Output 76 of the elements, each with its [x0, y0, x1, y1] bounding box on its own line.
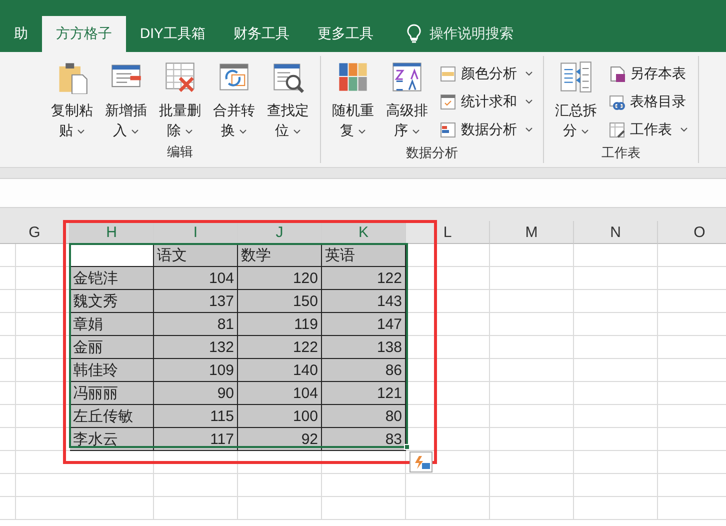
ribbon-icon	[608, 65, 626, 83]
ribbon-button[interactable]: 批量删除	[154, 60, 206, 143]
tell-me-search[interactable]: 操作说明搜索	[429, 25, 514, 43]
table-cell: 132	[154, 336, 238, 359]
column-header[interactable]: G	[0, 221, 70, 244]
table-cell: 137	[154, 290, 238, 313]
ribbon-tab[interactable]: 助	[0, 16, 42, 52]
table-cell: 117	[154, 428, 238, 451]
quick-analysis-icon[interactable]	[409, 451, 433, 473]
ribbon-icon	[559, 60, 593, 94]
table-cell: 147	[322, 313, 406, 336]
table-header-cell: 英语	[322, 244, 406, 267]
ribbon-small-button[interactable]: 统计求和	[439, 90, 533, 114]
lightbulb-icon	[407, 24, 422, 44]
column-header[interactable]: L	[406, 221, 490, 244]
group-title: 数据分析	[405, 144, 459, 162]
ribbon-tab[interactable]: 更多工具	[303, 16, 388, 52]
ribbon-button[interactable]: 复制粘贴	[46, 60, 98, 143]
table-cell: 83	[322, 428, 406, 451]
table-cell: 章娟	[70, 313, 154, 336]
ribbon-tab[interactable]: 财务工具	[219, 16, 304, 52]
group-title: 工作表	[600, 144, 642, 162]
table-cell: 金丽	[70, 336, 154, 359]
table-cell: 左丘传敏	[70, 405, 154, 428]
table-cell: 魏文秀	[70, 290, 154, 313]
table-cell: 150	[238, 290, 322, 313]
ribbon-button[interactable]: 高级排序	[381, 60, 433, 144]
ribbon-icon	[336, 60, 370, 94]
table-cell: 81	[154, 313, 238, 336]
group-title: 编辑	[166, 143, 194, 161]
table-cell: 122	[238, 336, 322, 359]
ribbon-button[interactable]: 新增插入	[100, 60, 152, 143]
table-header-cell: 数学	[238, 244, 322, 267]
ribbon-small-button[interactable]: 另存本表	[608, 62, 688, 86]
table-cell: 韩佳玲	[70, 359, 154, 382]
table-cell: 143	[322, 290, 406, 313]
table-cell: 92	[238, 428, 322, 451]
ribbon-icon	[608, 93, 626, 111]
table-cell: 120	[238, 267, 322, 290]
table-cell: 80	[322, 405, 406, 428]
table-cell: 122	[322, 267, 406, 290]
table-cell: 86	[322, 359, 406, 382]
ribbon-icon	[439, 121, 457, 139]
table-cell: 119	[238, 313, 322, 336]
ribbon-tab[interactable]: 方方格子	[42, 16, 126, 52]
table-cell: 金铠沣	[70, 267, 154, 290]
ribbon-small-button[interactable]: 工作表	[608, 118, 688, 142]
column-header[interactable]: M	[490, 221, 574, 244]
table-cell: 140	[238, 359, 322, 382]
ribbon-button[interactable]: 随机重复	[327, 60, 379, 144]
table-cell: 冯丽丽	[70, 382, 154, 405]
ribbon-icon	[163, 60, 197, 94]
ribbon-icon	[439, 93, 457, 111]
ribbon-button[interactable]: 合并转换	[208, 60, 260, 143]
table-cell: 90	[154, 382, 238, 405]
ribbon-icon	[608, 121, 626, 139]
ribbon-tab[interactable]: DIY工具箱	[126, 16, 220, 52]
table-header-cell: 语文	[154, 244, 238, 267]
ribbon-icon	[390, 60, 424, 94]
ribbon-icon	[439, 65, 457, 83]
column-header[interactable]: N	[574, 221, 658, 244]
table-cell: 李水云	[70, 428, 154, 451]
table-cell: 115	[154, 405, 238, 428]
ribbon-small-button[interactable]: 颜色分析	[439, 62, 533, 86]
ribbon-small-button[interactable]: 数据分析	[439, 118, 533, 142]
ribbon-button[interactable]: 查找定位	[262, 60, 314, 143]
ribbon-button[interactable]: 汇总拆分	[550, 60, 602, 144]
table-cell: 104	[238, 382, 322, 405]
table-cell: 104	[154, 267, 238, 290]
table-cell: 109	[154, 359, 238, 382]
table-cell: 138	[322, 336, 406, 359]
fill-handle[interactable]	[404, 444, 410, 450]
table-cell: 100	[238, 405, 322, 428]
ribbon-small-button[interactable]: 表格目录	[608, 90, 688, 114]
column-header[interactable]: O	[658, 221, 726, 244]
table-cell: 121	[322, 382, 406, 405]
